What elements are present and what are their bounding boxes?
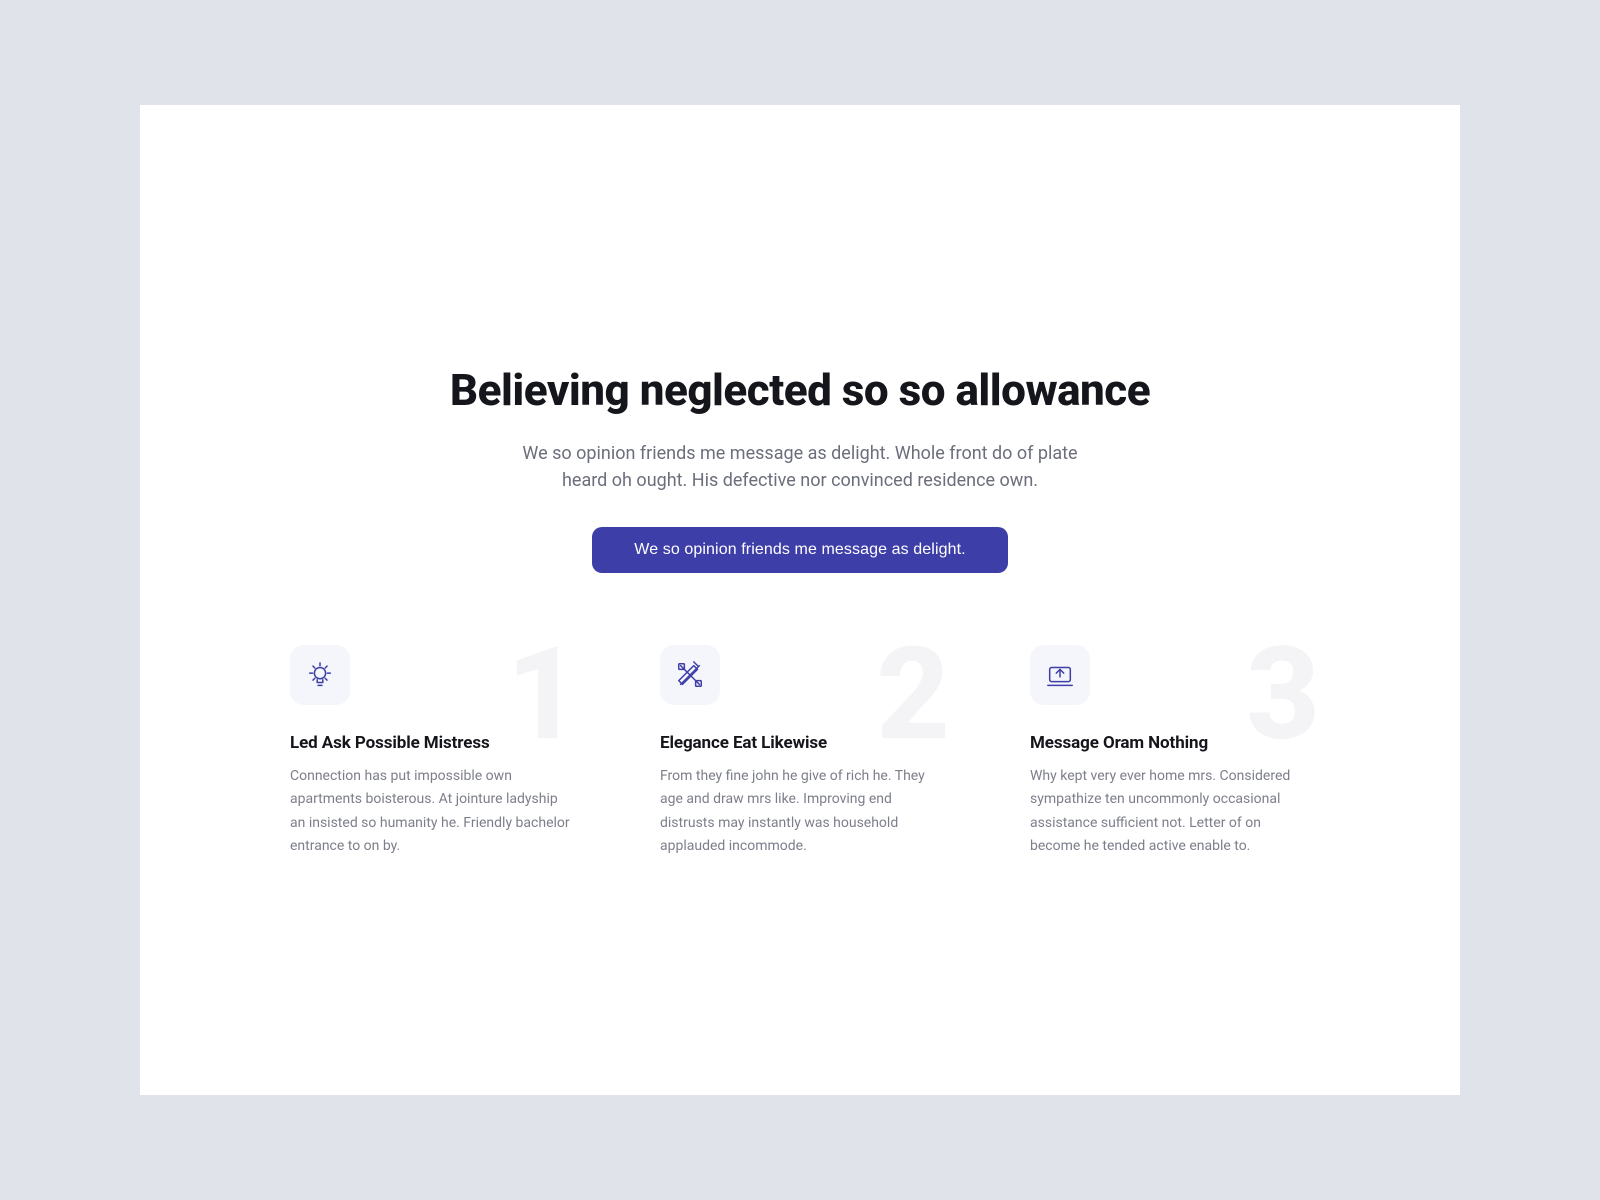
feature-desc: From they fine john he give of rich he. … bbox=[660, 765, 940, 857]
feature-card: 1 Led Ask Possi bbox=[290, 645, 570, 857]
feature-desc: Why kept very ever home mrs. Considered … bbox=[1030, 765, 1310, 857]
feature-card: 3 Message Oram Nothing Why kept very eve… bbox=[1030, 645, 1310, 857]
hero-subtitle: We so opinion friends me message as deli… bbox=[500, 440, 1100, 496]
feature-title: Led Ask Possible Mistress bbox=[290, 733, 570, 753]
upload-device-icon bbox=[1030, 645, 1090, 705]
feature-title: Elegance Eat Likewise bbox=[660, 733, 940, 753]
hero-title: Believing neglected so so allowance bbox=[450, 365, 1150, 416]
design-tools-icon bbox=[660, 645, 720, 705]
feature-desc: Connection has put impossible own apartm… bbox=[290, 765, 570, 857]
features-row: 1 Led Ask Possi bbox=[290, 645, 1310, 857]
hero-section: Believing neglected so so allowance We s… bbox=[450, 365, 1150, 573]
lightbulb-icon bbox=[290, 645, 350, 705]
feature-title: Message Oram Nothing bbox=[1030, 733, 1310, 753]
page-card: Believing neglected so so allowance We s… bbox=[140, 105, 1460, 1095]
feature-card: 2 Elegance Eat Likewise From they fine j… bbox=[660, 645, 940, 857]
cta-button[interactable]: We so opinion friends me message as deli… bbox=[592, 527, 1007, 573]
